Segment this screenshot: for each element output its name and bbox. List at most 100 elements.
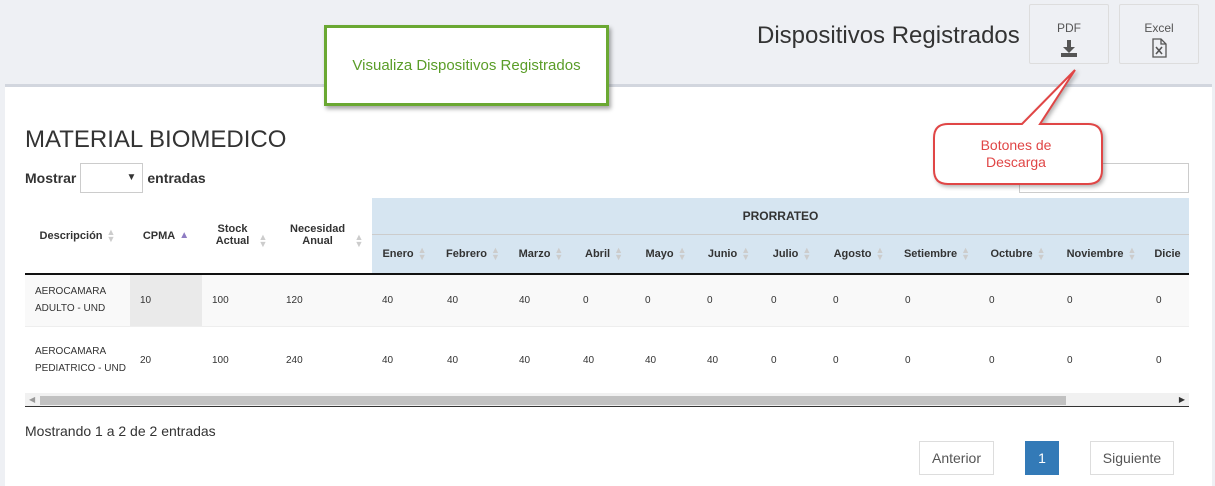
scroll-left-icon[interactable]: ◀ bbox=[29, 395, 35, 404]
sort-icon: ▲ ▼ bbox=[677, 244, 687, 262]
cell-month: 0 bbox=[573, 274, 635, 327]
th-month[interactable]: Mayo ▲ ▼ bbox=[635, 234, 697, 275]
th-prorrateo: PRORRATEO bbox=[372, 198, 1189, 235]
th-month-label: Noviembre bbox=[1066, 247, 1124, 260]
th-month[interactable]: Octubre ▲ ▼ bbox=[979, 234, 1057, 275]
th-month[interactable]: Enero ▲ ▼ bbox=[372, 234, 437, 275]
sort-icon: ▲ ▼ bbox=[354, 232, 364, 250]
download-icon bbox=[1061, 40, 1077, 57]
callout-bubble bbox=[933, 69, 1103, 185]
cell-month: 40 bbox=[509, 326, 573, 395]
th-month-label: Dicie bbox=[1154, 247, 1181, 260]
cell-cpma: 10 bbox=[130, 274, 202, 327]
entries-label: entradas bbox=[147, 170, 206, 186]
th-month-label: Abril bbox=[585, 247, 611, 260]
pdf-download-button[interactable]: PDF bbox=[1029, 4, 1109, 64]
cell-month: 40 bbox=[437, 274, 509, 327]
cell-month: 40 bbox=[573, 326, 635, 395]
page-title: Dispositivos Registrados bbox=[757, 22, 1020, 49]
th-month[interactable]: Marzo ▲ ▼ bbox=[509, 234, 573, 275]
cell-month: 0 bbox=[635, 274, 697, 327]
th-month[interactable]: Junio ▲ ▼ bbox=[697, 234, 761, 275]
th-stock-label: Stock Actual bbox=[215, 222, 250, 247]
annotation-text: Visualiza Dispositivos Registrados bbox=[352, 57, 581, 74]
horizontal-scrollbar[interactable]: ◀ ▶ bbox=[25, 393, 1189, 407]
th-month-label: Junio bbox=[707, 247, 738, 260]
data-table-wrapper: Descripción ▲ ▼ CPMA ▲ Stock Actual ▲ ▼ Neces… bbox=[25, 198, 1189, 408]
cell-month: 40 bbox=[697, 326, 761, 395]
cell-month: 0 bbox=[979, 326, 1057, 395]
excel-file-icon bbox=[1152, 38, 1167, 58]
cell-necesidad: 120 bbox=[276, 274, 372, 327]
cell-cpma: 20 bbox=[130, 326, 202, 395]
sort-icon: ▲ ▼ bbox=[741, 244, 751, 262]
scroll-thumb[interactable] bbox=[40, 396, 1066, 405]
th-month-label: Febrero bbox=[446, 247, 488, 260]
table-row: AEROCAMARA ADULTO - UND 10 100 120 40 40 40 0 0 0… bbox=[25, 274, 1189, 327]
entries-select[interactable]: ▼ bbox=[80, 163, 144, 193]
pdf-label: PDF bbox=[1057, 21, 1081, 35]
cell-month: 0 bbox=[823, 274, 895, 327]
sort-icon: ▲ ▼ bbox=[802, 244, 812, 262]
th-cpma[interactable]: CPMA ▲ bbox=[130, 198, 202, 275]
table-body: AEROCAMARA ADULTO - UND 10 100 120 40 40 40 0 0 0… bbox=[25, 274, 1189, 395]
sort-icon: ▲ ▼ bbox=[106, 226, 116, 244]
callout-line2: Descarga bbox=[986, 154, 1046, 170]
cell-month: 0 bbox=[1057, 274, 1146, 327]
th-month[interactable]: Abril ▲ ▼ bbox=[573, 234, 635, 275]
th-month-label: Octubre bbox=[990, 247, 1033, 260]
callout-line1: Botones de bbox=[980, 137, 1052, 153]
cell-month: 40 bbox=[437, 326, 509, 395]
cell-month: 0 bbox=[761, 326, 823, 395]
section-title: MATERIAL BIOMEDICO bbox=[25, 126, 287, 153]
cell-month: 0 bbox=[823, 326, 895, 395]
th-descripcion[interactable]: Descripción ▲ ▼ bbox=[25, 198, 130, 275]
callout-text: Botones de Descarga bbox=[938, 137, 1094, 171]
sort-icon: ▲ ▼ bbox=[875, 244, 885, 262]
cell-necesidad: 240 bbox=[276, 326, 372, 395]
cell-month: 0 bbox=[761, 274, 823, 327]
sort-icon: ▲ ▼ bbox=[961, 244, 971, 262]
th-month[interactable]: Noviembre ▲ ▼ bbox=[1057, 234, 1146, 275]
sort-icon: ▲ ▼ bbox=[554, 244, 564, 262]
th-month[interactable]: Dicie bbox=[1146, 234, 1189, 275]
table-info: Mostrando 1 a 2 de 2 entradas bbox=[25, 423, 216, 439]
scroll-right-icon[interactable]: ▶ bbox=[1179, 395, 1185, 404]
cell-month: 0 bbox=[1146, 326, 1189, 395]
entries-length-control: Mostrar ▼ entradas bbox=[25, 163, 206, 193]
show-label: Mostrar bbox=[25, 170, 77, 186]
table-row: AEROCAMARA PEDIATRICO - UND 20 100 240 40 40 4… bbox=[25, 326, 1189, 395]
cell-month: 40 bbox=[509, 274, 573, 327]
sort-asc-icon: ▲ bbox=[179, 230, 190, 242]
th-month[interactable]: Agosto ▲ ▼ bbox=[823, 234, 895, 275]
cell-month: 40 bbox=[372, 274, 437, 327]
previous-page-button[interactable]: Anterior bbox=[919, 441, 994, 475]
page-1-button[interactable]: 1 bbox=[1025, 441, 1059, 475]
cell-month: 40 bbox=[372, 326, 437, 395]
cell-stock: 100 bbox=[202, 326, 276, 395]
th-necesidad-label: Necesidad Anual bbox=[290, 222, 346, 247]
th-descripcion-label: Descripción bbox=[39, 229, 103, 242]
th-month-label: Julio bbox=[772, 247, 799, 260]
th-stock[interactable]: Stock Actual ▲ ▼ bbox=[202, 198, 276, 275]
cell-month: 0 bbox=[697, 274, 761, 327]
th-month-label: Enero bbox=[382, 247, 414, 260]
annotation-box: Visualiza Dispositivos Registrados bbox=[324, 25, 609, 106]
next-page-button[interactable]: Siguiente bbox=[1090, 441, 1174, 475]
th-month[interactable]: Julio ▲ ▼ bbox=[761, 234, 823, 275]
th-month-label: Marzo bbox=[518, 247, 551, 260]
cell-descripcion: AEROCAMARA ADULTO - UND bbox=[25, 274, 130, 327]
th-month[interactable]: Febrero ▲ ▼ bbox=[437, 234, 509, 275]
cell-month: 0 bbox=[1057, 326, 1146, 395]
th-necesidad[interactable]: Necesidad Anual ▲ ▼ bbox=[276, 198, 372, 275]
cell-month: 40 bbox=[635, 326, 697, 395]
th-month[interactable]: Setiembre ▲ ▼ bbox=[895, 234, 979, 275]
th-month-label: Agosto bbox=[833, 247, 872, 260]
caret-down-icon: ▼ bbox=[126, 172, 137, 183]
sort-icon: ▲ ▼ bbox=[491, 244, 500, 262]
excel-download-button[interactable]: Excel bbox=[1119, 4, 1199, 64]
sort-icon: ▲ ▼ bbox=[417, 244, 427, 262]
sort-icon: ▲ ▼ bbox=[1036, 244, 1046, 262]
cell-month: 0 bbox=[979, 274, 1057, 327]
cell-stock: 100 bbox=[202, 274, 276, 327]
